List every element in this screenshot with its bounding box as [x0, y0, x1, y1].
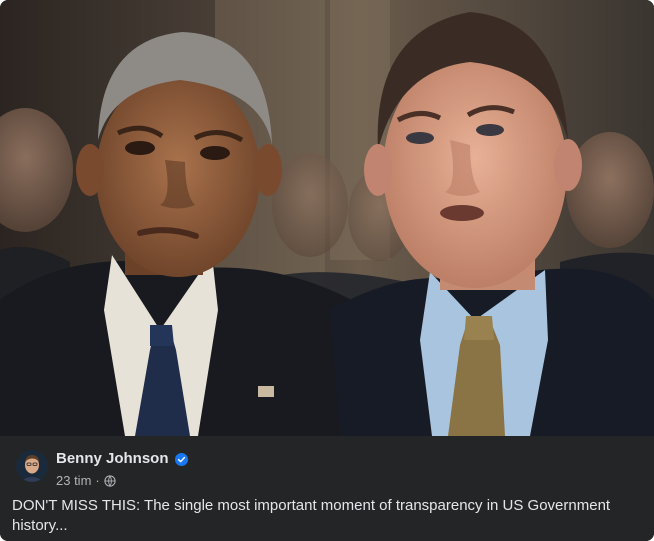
post-image[interactable] — [0, 0, 654, 436]
post-footer: Benny Johnson 23 tim · DON'T MISS THIS: … — [0, 436, 654, 541]
post-timestamp[interactable]: 23 tim — [56, 473, 91, 488]
globe-icon[interactable] — [104, 474, 116, 487]
avatar-image — [16, 450, 48, 482]
meta-separator: · — [95, 473, 100, 488]
post-card: Benny Johnson 23 tim · DON'T MISS THIS: … — [0, 0, 654, 541]
author-name[interactable]: Benny Johnson — [56, 450, 169, 468]
author-line: Benny Johnson — [56, 450, 188, 468]
verified-badge-icon — [174, 452, 188, 466]
author-avatar[interactable] — [16, 450, 48, 482]
post-caption: DON'T MISS THIS: The single most importa… — [12, 497, 611, 534]
post-meta: 23 tim · — [56, 473, 116, 488]
